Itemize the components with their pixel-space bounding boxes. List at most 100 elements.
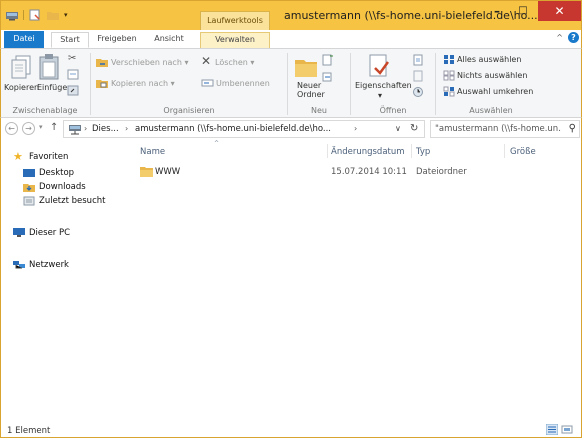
copy-to-button[interactable]: Kopieren nach ▾ <box>111 79 175 88</box>
clipboard-group-label: Zwischenablage <box>12 106 78 115</box>
properties-icon[interactable] <box>367 52 391 80</box>
column-header-size[interactable]: Größe <box>510 147 536 157</box>
column-divider[interactable] <box>504 144 505 158</box>
search-input[interactable]: "amustermann (\\fs-home.un... <box>435 124 561 134</box>
breadcrumb-share[interactable]: amustermann (\\fs-home.uni-bielefeld.de\… <box>135 124 331 134</box>
edit-icon[interactable] <box>412 70 425 82</box>
select-none-button[interactable]: Nichts auswählen <box>457 71 527 80</box>
properties-chevron-icon[interactable]: ▾ <box>378 91 382 100</box>
sidebar-item-label: Zuletzt besucht <box>39 196 106 206</box>
table-row[interactable]: WWW 15.07.2014 10:11 Dateiordner <box>138 165 578 179</box>
select-all-button[interactable]: Alles auswählen <box>457 55 521 64</box>
select-none-icon[interactable] <box>443 70 455 81</box>
tab-view[interactable]: Ansicht <box>147 32 191 48</box>
file-name: WWW <box>155 167 181 177</box>
move-to-icon[interactable] <box>95 56 109 68</box>
paste-shortcut-icon[interactable] <box>67 85 79 96</box>
column-header-name[interactable]: Name <box>140 147 165 157</box>
sidebar-item-label: Netzwerk <box>29 260 69 270</box>
navigation-bar: ← → ▾ ↑ › Dies... › amustermann (\\fs-ho… <box>0 118 582 140</box>
file-type: Dateiordner <box>416 167 467 177</box>
up-button[interactable]: ↑ <box>50 122 58 133</box>
breadcrumb-separator[interactable]: › <box>354 124 357 133</box>
paste-icon[interactable] <box>36 53 62 81</box>
copy-to-icon[interactable] <box>95 77 109 89</box>
drive-tools-label: Laufwerktools <box>200 11 270 31</box>
properties-button[interactable]: Eigenschaften <box>355 81 412 90</box>
drive-icon[interactable] <box>5 9 19 21</box>
rename-button[interactable]: Umbenennen <box>216 79 270 88</box>
tab-manage[interactable]: Verwalten <box>200 32 270 48</box>
new-group-label: Neu <box>311 106 327 115</box>
delete-icon[interactable]: ✕ <box>201 55 213 67</box>
open-icon[interactable] <box>412 54 425 66</box>
star-icon: ★ <box>13 150 23 163</box>
large-icons-view-icon[interactable] <box>561 424 573 435</box>
breadcrumb-this-pc[interactable]: Dies... <box>92 124 119 134</box>
copy-path-icon[interactable] <box>67 69 79 80</box>
invert-selection-icon[interactable] <box>443 86 455 97</box>
sidebar-item-recent[interactable]: Zuletzt besucht <box>23 196 105 206</box>
help-icon[interactable]: ? <box>568 32 579 43</box>
copy-button[interactable]: Kopieren <box>4 83 39 92</box>
move-to-button[interactable]: Verschieben nach ▾ <box>111 58 188 67</box>
new-item-icon[interactable] <box>321 54 334 66</box>
select-all-icon[interactable] <box>443 54 455 65</box>
title-bar: ▾ Laufwerktools amustermann (\\fs-home.u… <box>0 0 582 31</box>
properties-icon[interactable] <box>28 9 42 21</box>
details-view-icon[interactable] <box>546 424 558 435</box>
qat-divider <box>23 10 24 20</box>
ribbon-tabs: Datei Start Freigeben Ansicht Verwalten … <box>0 30 582 48</box>
quick-access-toolbar: ▾ <box>5 9 68 21</box>
organize-group-label: Organisieren <box>163 106 215 115</box>
rename-icon[interactable] <box>201 77 214 89</box>
column-header-type[interactable]: Typ <box>416 147 430 157</box>
new-folder-label-2: Ordner <box>297 90 325 99</box>
desktop-icon <box>23 169 35 177</box>
column-divider[interactable] <box>327 144 328 158</box>
network-icon <box>13 261 25 269</box>
new-folder-icon[interactable] <box>293 52 319 80</box>
qat-customize-icon[interactable]: ▾ <box>64 11 68 19</box>
forward-button[interactable]: → <box>22 122 35 135</box>
delete-button[interactable]: Löschen ▾ <box>215 58 254 67</box>
close-button[interactable]: ✕ <box>538 1 581 21</box>
history-icon[interactable] <box>412 86 425 98</box>
search-box[interactable]: "amustermann (\\fs-home.un... ⚲ <box>430 120 580 138</box>
maximize-button[interactable]: □ <box>510 1 536 21</box>
navigation-pane: ★ Favoriten Desktop Downloads Zuletzt be… <box>0 140 128 422</box>
move-to-chevron-icon: ▾ <box>184 58 189 67</box>
back-button[interactable]: ← <box>5 122 18 135</box>
recent-locations-icon[interactable]: ▾ <box>39 123 43 131</box>
delete-chevron-icon: ▾ <box>250 58 255 67</box>
select-group-label: Auswählen <box>469 106 513 115</box>
invert-selection-button[interactable]: Auswahl umkehren <box>457 87 533 96</box>
sidebar-item-favorites[interactable]: ★ Favoriten <box>13 150 69 163</box>
breadcrumb-separator[interactable]: › <box>84 124 87 133</box>
sidebar-item-label: Desktop <box>39 168 75 178</box>
tab-share[interactable]: Freigeben <box>93 32 141 48</box>
tab-file[interactable]: Datei <box>4 31 44 48</box>
sidebar-item-desktop[interactable]: Desktop <box>23 168 74 178</box>
refresh-icon[interactable]: ↻ <box>410 123 418 134</box>
sidebar-item-label: Favoriten <box>29 152 69 162</box>
search-icon[interactable]: ⚲ <box>569 123 576 134</box>
column-header-modified[interactable]: Änderungsdatum <box>331 147 405 157</box>
ribbon-collapse-icon[interactable]: ^ <box>556 33 563 42</box>
new-folder-icon[interactable] <box>46 9 60 21</box>
address-bar[interactable]: › Dies... › amustermann (\\fs-home.uni-b… <box>63 120 425 138</box>
cut-icon[interactable]: ✂ <box>68 53 79 64</box>
sidebar-item-downloads[interactable]: Downloads <box>23 182 86 192</box>
tab-start[interactable]: Start <box>51 32 89 48</box>
column-divider[interactable] <box>411 144 412 158</box>
address-dropdown-icon[interactable]: ∨ <box>395 124 401 133</box>
breadcrumb-separator[interactable]: › <box>125 124 128 133</box>
copy-to-chevron-icon: ▾ <box>170 79 175 88</box>
sidebar-item-this-pc[interactable]: Dieser PC <box>13 228 70 238</box>
minimize-button[interactable]: – <box>484 1 510 21</box>
new-folder-button[interactable]: Neuer Ordner <box>297 81 325 99</box>
copy-icon[interactable] <box>9 53 35 81</box>
sidebar-item-network[interactable]: Netzwerk <box>13 260 69 270</box>
sort-indicator-icon: ^ <box>214 140 220 147</box>
delete-label: Löschen <box>215 58 248 67</box>
